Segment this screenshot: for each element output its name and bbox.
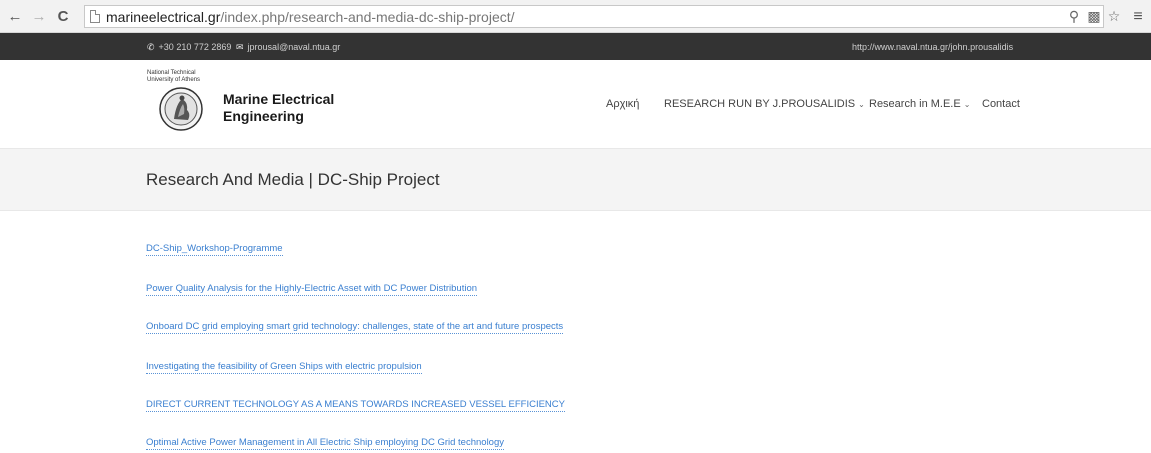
star-icon[interactable]: ☆ [1107,8,1121,25]
hamburger-menu-icon[interactable]: ≡ [1131,8,1145,26]
brand-line1: Marine Electrical [223,91,335,107]
page-title-band: Research And Media | DC-Ship Project [0,148,1151,211]
browser-actions: ⚲ ▩ ☆ ≡ [1067,0,1145,33]
phone-number: +30 210 772 2869 [158,42,232,52]
list-item-link[interactable]: Optimal Active Power Management in All E… [146,437,504,450]
chevron-down-icon: ⌄ [858,100,865,109]
brand-name[interactable]: Marine Electrical Engineering [223,91,334,125]
phone-icon: ✆ [147,42,155,52]
nav-item-research-mee-label: Research in M.E.E [869,98,961,110]
list-item-link[interactable]: Power Quality Analysis for the Highly-El… [146,283,478,296]
back-arrow-icon[interactable]: ← [6,0,24,33]
reload-icon[interactable]: C [54,0,72,33]
email-address[interactable]: jprousal@naval.ntua.gr [248,42,341,52]
address-bar[interactable]: marineelectrical.gr/index.php/research-a… [84,5,1104,28]
university-name: National Technical University of Athens [147,70,200,84]
page-title: Research And Media | DC-Ship Project [146,170,440,189]
translate-icon[interactable]: ▩ [1087,8,1101,25]
browser-toolbar: ← → C marineelectrical.gr/index.php/rese… [0,0,1151,33]
top-info-bar: ✆ +30 210 772 2869 ✉ jprousal@naval.ntua.g… [0,33,1151,60]
magnifier-icon[interactable]: ⚲ [1067,8,1081,25]
nav-item-research-mee[interactable]: Research in M.E.E ⌄ [869,98,970,110]
forward-arrow-icon[interactable]: → [30,0,48,33]
brand-line2: Engineering [223,108,304,124]
phone-contact: ✆ +30 210 772 2869 [147,42,231,53]
personal-site-link[interactable]: http://www.naval.ntua.gr/john.prousalidi… [852,42,1013,52]
url-path: /index.php/research-and-media-dc-ship-pr… [220,8,515,25]
email-contact[interactable]: ✉ jprousal@naval.ntua.gr [236,42,340,53]
site-header: National Technical University of Athens … [0,60,1151,148]
chevron-down-icon: ⌄ [963,100,971,109]
nav-item-research-run[interactable]: RESEARCH RUN BY J.PROUSALIDIS ⌄ [664,98,865,110]
list-item-link[interactable]: DIRECT CURRENT TECHNOLOGY AS A MEANS TOW… [146,399,565,412]
list-item-link[interactable]: Onboard DC grid employing smart grid tec… [146,321,564,334]
url-host: marineelectrical.gr [106,8,221,25]
nav-item-contact[interactable]: Contact [982,98,1020,110]
nav-item-research-run-label: RESEARCH RUN BY J.PROUSALIDIS [664,98,856,110]
university-name-line2: University of Athens [147,77,201,83]
page-icon [90,10,100,23]
university-seal-logo[interactable] [158,86,204,132]
university-name-line1: National Technical [147,70,196,76]
list-item-link[interactable]: Investigating the feasibility of Green S… [146,361,422,374]
envelope-icon: ✉ [236,42,244,52]
nav-item-home[interactable]: Αρχική [606,98,639,110]
list-item-link[interactable]: DC-Ship_Workshop-Programme [146,243,283,256]
